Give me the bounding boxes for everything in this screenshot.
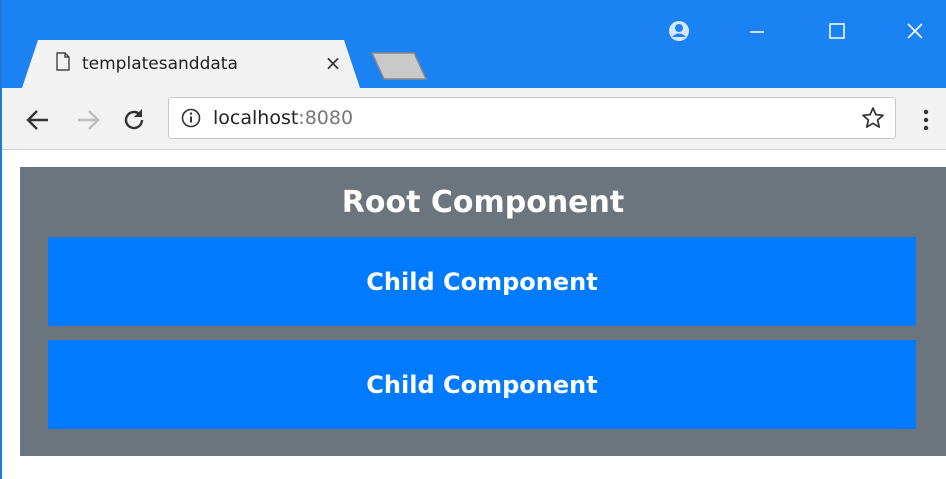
url-port: :8080 [298,107,354,129]
profile-icon[interactable] [664,16,694,46]
tab-title: templatesanddata [82,54,238,74]
star-icon[interactable] [861,106,885,130]
browser-toolbar: localhost:8080 [2,88,946,150]
info-icon[interactable] [181,108,201,128]
kebab-menu-icon[interactable] [918,108,934,132]
new-tab-icon[interactable] [370,52,428,80]
page-icon [56,52,70,71]
maximize-icon[interactable] [822,16,852,46]
url-host: localhost [213,107,299,129]
root-component: Root Component Child Component Child Com… [20,167,946,456]
url-text: localhost:8080 [213,107,353,129]
minimize-icon[interactable] [742,16,772,46]
child-component: Child Component [48,340,916,429]
reload-icon[interactable] [120,106,148,134]
child-component-label: Child Component [366,267,598,296]
root-component-title: Root Component [341,185,625,220]
title-bar: templatesanddata × [2,0,946,88]
page-viewport: Root Component Child Component Child Com… [2,150,946,479]
tab-close-button[interactable]: × [322,52,344,74]
child-component-label: Child Component [366,370,598,399]
address-bar[interactable]: localhost:8080 [168,97,896,139]
close-icon[interactable] [900,16,930,46]
back-arrow-icon[interactable] [24,106,52,134]
browser-tab[interactable]: templatesanddata × [22,40,360,88]
child-component: Child Component [48,237,916,326]
browser-window: templatesanddata × localhost:8080 Root C… [0,0,946,479]
forward-arrow-icon[interactable] [74,106,102,134]
